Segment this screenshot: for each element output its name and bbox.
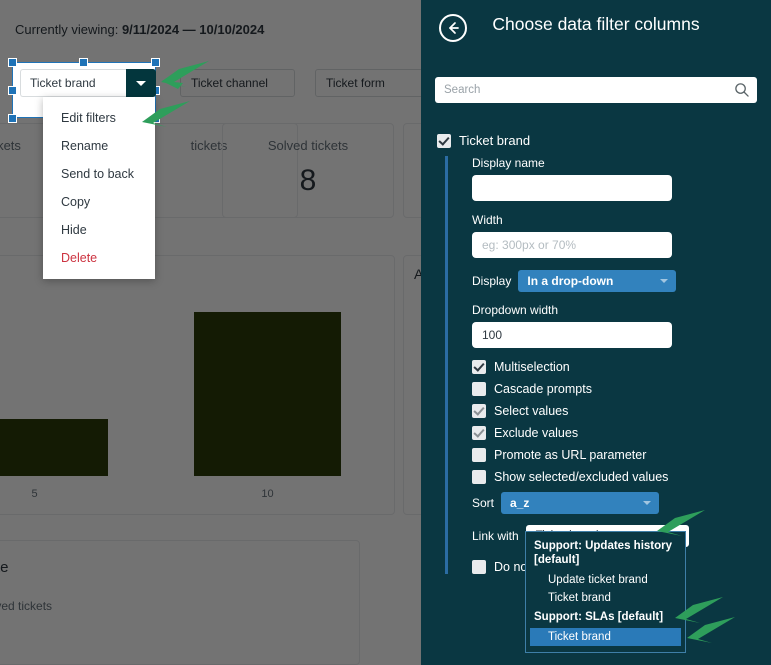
- context-menu-item-rename[interactable]: Rename: [43, 132, 155, 160]
- widget-context-menu[interactable]: Edit filters Rename Send to back Copy Hi…: [43, 97, 155, 279]
- option-multiselection[interactable]: Multiselection: [472, 360, 771, 374]
- context-menu-item-send-to-back[interactable]: Send to back: [43, 160, 155, 188]
- ticket-brand-column-group: Ticket brand Display name Width Display …: [421, 133, 771, 582]
- currently-viewing: Currently viewing: 9/11/2024 — 10/10/202…: [15, 22, 264, 37]
- display-name-input[interactable]: [472, 175, 672, 201]
- context-menu-item-hide[interactable]: Hide: [43, 216, 155, 244]
- width-input[interactable]: [472, 232, 672, 258]
- metric-card-solved-tickets: Solved tickets 8: [222, 123, 394, 218]
- panel-header: Choose data filter columns: [421, 0, 771, 54]
- multiselection-label: Multiselection: [494, 360, 570, 374]
- exclude-values-label: Exclude values: [494, 426, 579, 440]
- show-selected-excluded-checkbox[interactable]: [472, 470, 486, 484]
- context-menu-item-edit-filters[interactable]: Edit filters: [43, 104, 155, 132]
- option-select-values[interactable]: Select values: [472, 404, 771, 418]
- bottom-card: te olved tickets: [0, 540, 360, 665]
- ticket-brand-filter-label[interactable]: Ticket brand: [20, 69, 126, 97]
- currently-viewing-label: Currently viewing:: [15, 22, 119, 37]
- filter-ticket-form[interactable]: Ticket form: [315, 69, 421, 97]
- filter-ticket-channel[interactable]: Ticket channel: [180, 69, 295, 97]
- ticket-brand-settings: Display name Width Display In a drop-dow…: [445, 156, 771, 574]
- promote-url-parameter-checkbox[interactable]: [472, 448, 486, 462]
- search-input[interactable]: [435, 77, 757, 103]
- display-name-label: Display name: [472, 156, 545, 170]
- dropdown-width-input[interactable]: [472, 322, 672, 348]
- chart-bar: [194, 312, 341, 476]
- do-not-checkbox[interactable]: [472, 560, 486, 574]
- sort-select[interactable]: a_z: [501, 492, 660, 514]
- resize-handle-n[interactable]: [79, 58, 88, 67]
- chart-bar: [0, 418, 108, 476]
- dropdown-group-updates-history: Support: Updates history [default]: [534, 540, 673, 567]
- multiselection-checkbox[interactable]: [472, 360, 486, 374]
- width-label: Width: [472, 213, 503, 227]
- secondary-chart-card: A: [403, 255, 421, 515]
- exclude-values-checkbox[interactable]: [472, 426, 486, 440]
- select-values-checkbox[interactable]: [472, 404, 486, 418]
- option-show-selected-excluded[interactable]: Show selected/excluded values: [472, 470, 771, 484]
- resize-handle-w[interactable]: [8, 86, 17, 95]
- resize-handle-sw[interactable]: [8, 114, 17, 123]
- metric-card-value: 8: [299, 164, 317, 197]
- chevron-down-icon: [643, 501, 652, 505]
- display-select[interactable]: In a drop-down: [518, 270, 677, 292]
- sort-row: Sort a_z: [472, 492, 771, 514]
- bar-chart-card: ur 510: [0, 255, 395, 515]
- option-promote-url-parameter[interactable]: Promote as URL parameter: [472, 448, 771, 462]
- promote-url-parameter-label: Promote as URL parameter: [494, 448, 647, 462]
- secondary-chart-title: A: [414, 266, 421, 282]
- ticket-brand-filter-widget[interactable]: Ticket brand: [20, 69, 156, 97]
- context-menu-item-delete[interactable]: Delete: [43, 244, 155, 272]
- display-select-value: In a drop-down: [527, 274, 614, 288]
- screen: Currently viewing: 9/11/2024 — 10/10/202…: [0, 0, 771, 665]
- metric-card: [403, 123, 421, 218]
- bottom-card-title: te: [0, 559, 9, 576]
- option-exclude-values[interactable]: Exclude values: [472, 426, 771, 440]
- dropdown-option-ticket-brand-selected[interactable]: Ticket brand: [530, 628, 681, 647]
- chevron-down-icon[interactable]: [126, 69, 156, 97]
- display-label: Display: [472, 274, 512, 288]
- option-cascade-prompts[interactable]: Cascade prompts: [472, 382, 771, 396]
- select-values-label: Select values: [494, 404, 569, 418]
- dropdown-option-update-ticket-brand[interactable]: Update ticket brand: [526, 571, 685, 589]
- sort-label: Sort: [472, 496, 495, 510]
- ticket-brand-checkbox-label: Ticket brand: [459, 133, 531, 148]
- link-with-dropdown-list[interactable]: Support: Updates history [default] Updat…: [525, 531, 686, 654]
- panel-title: Choose data filter columns: [492, 14, 700, 34]
- chevron-down-icon: [660, 279, 669, 283]
- link-with-label: Link with: [472, 529, 519, 543]
- sort-select-value: a_z: [510, 496, 530, 510]
- chart-x-tick: 10: [261, 488, 274, 500]
- do-not-label: Do no: [494, 560, 528, 574]
- cascade-prompts-label: Cascade prompts: [494, 382, 592, 396]
- search-field-wrapper: [435, 77, 757, 103]
- currently-viewing-range: 9/11/2024 — 10/10/2024: [121, 22, 265, 37]
- show-selected-excluded-label: Show selected/excluded values: [494, 470, 669, 484]
- chart-plot-area: 5 10: [0, 296, 384, 500]
- dropdown-width-label: Dropdown width: [472, 303, 559, 317]
- chart-x-tick: 5: [31, 488, 38, 500]
- resize-handle-nw[interactable]: [8, 58, 17, 67]
- cascade-prompts-checkbox[interactable]: [472, 382, 486, 396]
- display-row: Display In a drop-down: [472, 270, 771, 292]
- dropdown-group-slas: Support: SLAs [default]: [534, 610, 664, 623]
- dropdown-option-ticket-brand[interactable]: Ticket brand: [526, 589, 685, 607]
- context-menu-item-copy[interactable]: Copy: [43, 188, 155, 216]
- bottom-card-subtitle: olved tickets: [0, 599, 53, 613]
- ticket-brand-checkbox-row[interactable]: Ticket brand: [421, 133, 771, 148]
- resize-handle-ne[interactable]: [151, 58, 160, 67]
- ticket-brand-checkbox[interactable]: [437, 133, 451, 148]
- search-icon: [735, 83, 749, 97]
- metric-card-title: Solved tickets: [267, 138, 349, 153]
